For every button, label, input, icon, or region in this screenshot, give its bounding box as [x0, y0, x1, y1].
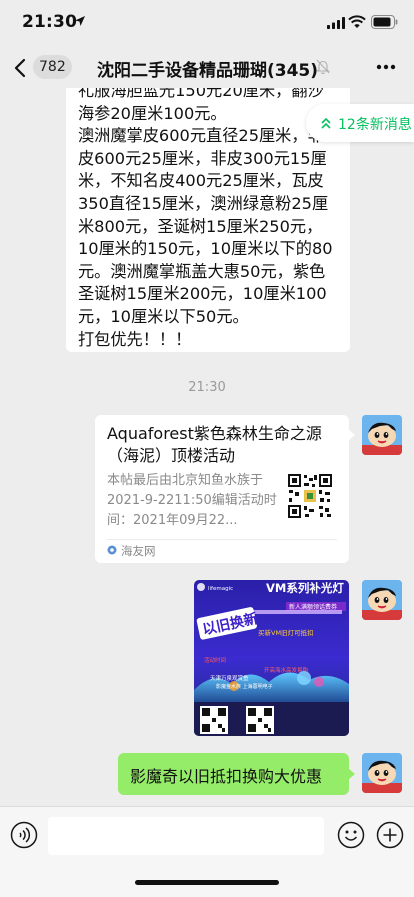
- chat-title: 沈阳二手设备精品珊瑚(345): [97, 61, 319, 81]
- link-card-title: Aquaforest紫色森林生命之源（海泥）顶楼活动: [107, 424, 322, 465]
- source-logo-icon: [107, 545, 117, 555]
- promo-poster-image: lifemagic VM系列补光灯 新人满额领话费券 以旧换新 买新VM旧灯可抵…: [194, 580, 349, 736]
- new-messages-label: 12条新消息: [338, 117, 412, 133]
- mute-bell-icon: [316, 59, 330, 74]
- status-bar: 21:30: [0, 0, 414, 46]
- cellular-signal-icon: [327, 17, 345, 29]
- avatar-cartoon-icon: [362, 753, 402, 793]
- wifi-icon: [348, 15, 366, 28]
- bubble-tail: [348, 429, 355, 441]
- double-chevron-up-icon: [321, 117, 331, 129]
- chevron-left-icon[interactable]: [14, 58, 26, 78]
- poster-headline: VM系列补光灯: [266, 581, 344, 595]
- poster-line2: 买新VM旧灯可抵扣: [258, 628, 314, 637]
- unread-count-badge[interactable]: 782: [33, 55, 72, 79]
- avatar[interactable]: [362, 580, 402, 620]
- image-message[interactable]: lifemagic VM系列补光灯 新人满额领话费券 以旧换新 买新VM旧灯可抵…: [194, 580, 349, 736]
- voice-icon[interactable]: [10, 821, 38, 849]
- link-card-description: 本帖最后由北京知鱼水族于2021-9-2211:50编辑活动时间：2021年09…: [107, 473, 277, 528]
- poster-brand: lifemagic: [208, 586, 233, 592]
- qr-code-thumbnail-icon: [287, 473, 333, 519]
- message-timestamp: 21:30: [188, 380, 226, 395]
- plus-icon[interactable]: [376, 821, 404, 849]
- chat-header: 782 沈阳二手设备精品珊瑚(345): [0, 46, 414, 88]
- outgoing-text-message[interactable]: 影魔奇以旧抵扣换购大优惠: [118, 753, 355, 795]
- more-dots-icon[interactable]: [376, 64, 396, 70]
- avatar-cartoon-icon: [362, 415, 402, 455]
- location-arrow-icon: [75, 16, 85, 26]
- poster-line1: 新人满额领话费券: [289, 603, 337, 611]
- new-messages-pill[interactable]: 12条新消息: [306, 104, 414, 142]
- poster-line3: 天津万泉观赏鱼: [210, 674, 249, 682]
- home-indicator: [135, 880, 279, 885]
- message-input[interactable]: [48, 817, 324, 855]
- link-card-source: 海友网: [121, 544, 156, 558]
- bubble-tail: [348, 768, 355, 780]
- poster-line5: 影魔鱼水族 上海蓉明电子: [216, 683, 273, 690]
- status-time: 21:30: [22, 12, 78, 32]
- avatar[interactable]: [362, 415, 402, 455]
- emoji-icon[interactable]: [337, 821, 365, 849]
- link-card-divider: [107, 539, 337, 540]
- avatar-cartoon-icon: [362, 580, 402, 620]
- link-card-message[interactable]: Aquaforest紫色森林生命之源（海泥）顶楼活动 本帖最后由北京知鱼水族于2…: [95, 415, 355, 563]
- svg-text:活动时间: 活动时间: [204, 656, 226, 664]
- avatar[interactable]: [362, 753, 402, 793]
- outgoing-message-text: 影魔奇以旧抵扣换购大优惠: [130, 767, 323, 786]
- battery-icon: [371, 15, 398, 29]
- text-message-body: 礼服海胆蓝光150元20厘米，翻沙海参20厘米100元。 澳洲魔掌皮600元直径…: [78, 81, 333, 349]
